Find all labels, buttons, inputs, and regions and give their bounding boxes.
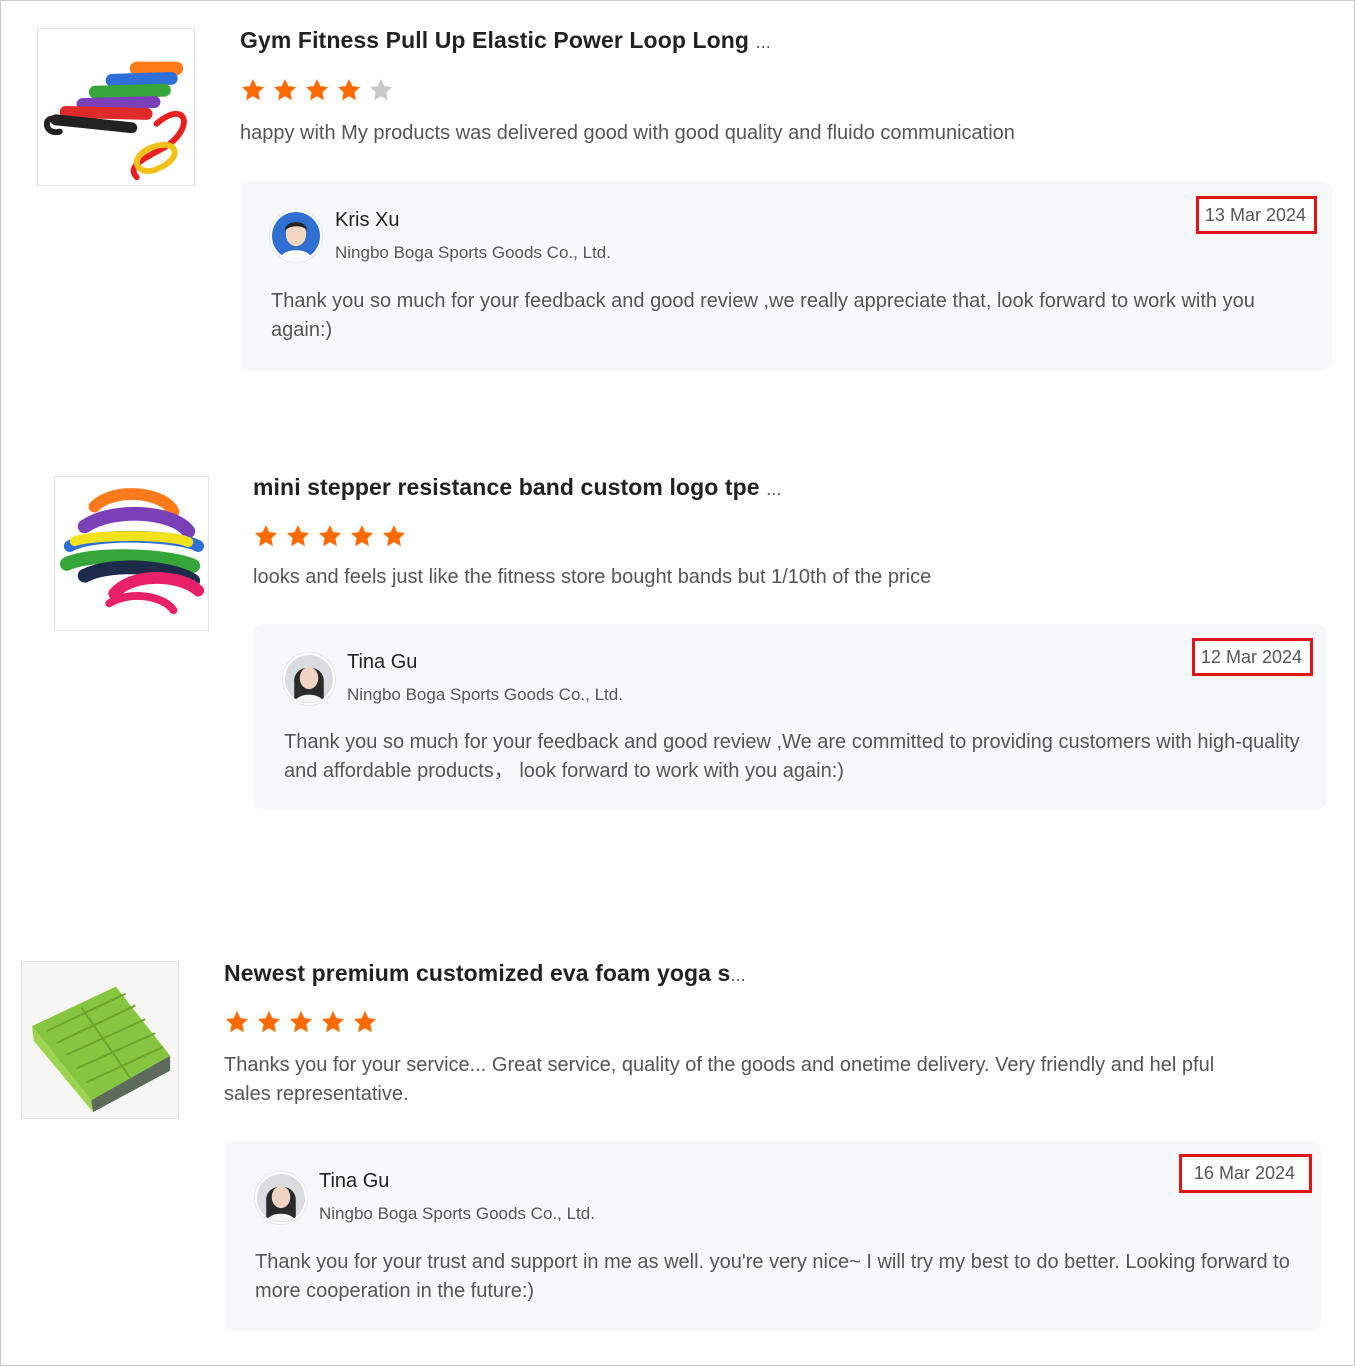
star-filled-icon	[353, 1010, 377, 1033]
person-avatar-icon	[285, 655, 333, 703]
star-filled-icon	[382, 524, 406, 547]
star-filled-icon	[350, 524, 374, 547]
star-rating	[253, 523, 407, 549]
replier-name: Tina Gu	[319, 1170, 390, 1192]
yoga-foam-block-image	[22, 962, 178, 1118]
reply-date: 16 Mar 2024	[1178, 1154, 1312, 1193]
review-item: Gym Fitness Pull Up Elastic Power Loop L…	[1, 1, 1355, 401]
seller-reply: Kris Xu Ningbo Boga Sports Goods Co., Lt…	[241, 181, 1332, 371]
person-avatar-icon	[257, 1174, 305, 1222]
avatar	[283, 653, 335, 705]
star-filled-icon	[273, 78, 297, 101]
product-title[interactable]: Gym Fitness Pull Up Elastic Power Loop L…	[240, 27, 771, 54]
company-name: Ningbo Boga Sports Goods Co., Ltd.	[335, 243, 611, 262]
product-thumbnail[interactable]	[21, 961, 179, 1119]
product-thumbnail[interactable]	[54, 476, 209, 631]
person-avatar-icon	[272, 212, 320, 260]
company-name: Ningbo Boga Sports Goods Co., Ltd.	[319, 1204, 595, 1223]
review-item: Newest premium customized eva foam yoga …	[1, 951, 1355, 1361]
star-rating	[224, 1009, 378, 1035]
review-text: Thanks you for your service... Great ser…	[224, 1054, 1215, 1105]
resistance-bands-image	[38, 29, 194, 185]
reply-text: Thank you so much for your feedback and …	[284, 731, 1300, 782]
star-filled-icon	[225, 1010, 249, 1033]
review-text: looks and feels just like the fitness st…	[253, 566, 932, 588]
avatar	[270, 210, 322, 262]
star-filled-icon	[241, 78, 265, 101]
star-filled-icon	[337, 78, 361, 101]
product-title[interactable]: mini stepper resistance band custom logo…	[253, 474, 781, 501]
avatar	[255, 1172, 307, 1224]
review-list: Gym Fitness Pull Up Elastic Power Loop L…	[0, 0, 1355, 1366]
product-title[interactable]: Newest premium customized eva foam yoga …	[224, 960, 746, 987]
reply-text: Thank you for your trust and support in …	[255, 1251, 1290, 1302]
star-filled-icon	[318, 524, 342, 547]
company-name: Ningbo Boga Sports Goods Co., Ltd.	[347, 685, 623, 704]
star-filled-icon	[257, 1010, 281, 1033]
review-text: happy with My products was delivered goo…	[240, 122, 1015, 144]
stacked-bands-image	[55, 477, 208, 630]
product-thumbnail[interactable]	[37, 28, 195, 186]
replier-name: Kris Xu	[335, 209, 400, 231]
review-item: mini stepper resistance band custom logo…	[1, 461, 1355, 841]
reply-date: 13 Mar 2024	[1195, 196, 1317, 234]
reply-text: Thank you so much for your feedback and …	[271, 290, 1255, 341]
star-filled-icon	[289, 1010, 313, 1033]
reply-date: 12 Mar 2024	[1191, 638, 1313, 676]
star-filled-icon	[321, 1010, 345, 1033]
star-empty-icon	[369, 78, 393, 101]
seller-reply: Tina Gu Ningbo Boga Sports Goods Co., Lt…	[225, 1141, 1321, 1331]
star-filled-icon	[286, 524, 310, 547]
replier-name: Tina Gu	[347, 651, 418, 673]
star-filled-icon	[305, 78, 329, 101]
star-filled-icon	[254, 524, 278, 547]
seller-reply: Tina Gu Ningbo Boga Sports Goods Co., Lt…	[253, 624, 1327, 809]
star-rating	[240, 77, 394, 103]
